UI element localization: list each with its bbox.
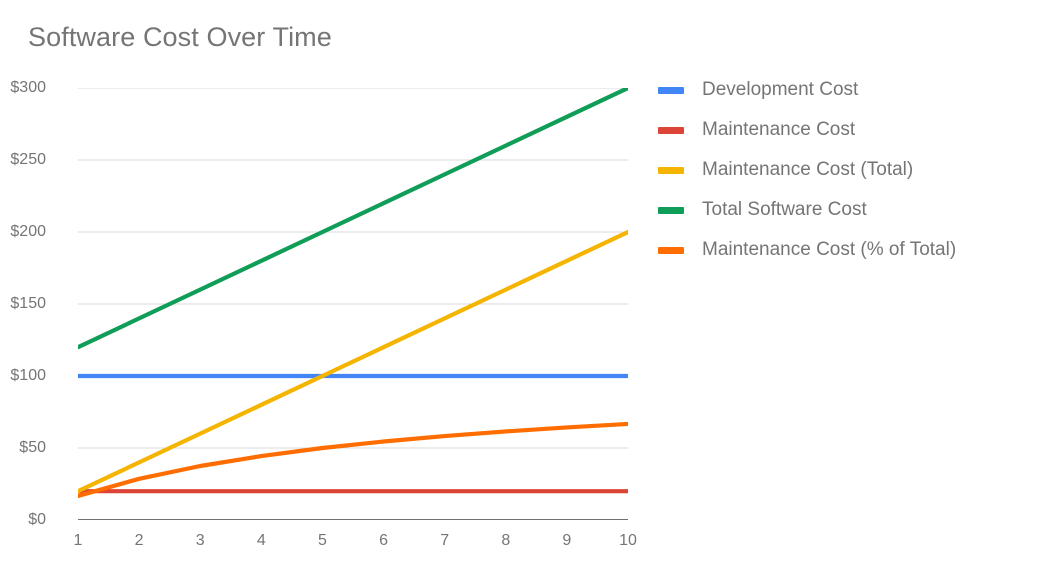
x-tick-label: 2 [134, 532, 144, 549]
x-tick-label: 10 [619, 532, 637, 549]
y-tick-label: $0 [28, 511, 46, 528]
x-tick-label: 4 [256, 532, 266, 549]
plot-area [78, 88, 628, 520]
x-tick-label: 5 [317, 532, 327, 549]
y-tick-label: $250 [10, 151, 46, 168]
legend-swatch-icon [658, 246, 684, 254]
y-tick-label: $50 [19, 439, 46, 456]
x-tick-label: 1 [73, 532, 83, 549]
y-tick-label: $100 [10, 367, 46, 384]
legend-swatch-icon [658, 126, 684, 134]
chart-legend: Development Cost Maintenance Cost Maintena… [658, 76, 956, 264]
x-tick-label: 6 [379, 532, 388, 549]
y-tick-label: $150 [10, 295, 46, 312]
legend-item[interactable]: Total Software Cost [658, 196, 956, 224]
legend-item[interactable]: Maintenance Cost (Total) [658, 156, 956, 184]
legend-item-label: Maintenance Cost (% of Total) [702, 239, 957, 260]
legend-item-label: Maintenance Cost (Total) [702, 159, 914, 180]
series-line-3 [78, 88, 628, 350]
legend-item[interactable]: Maintenance Cost [658, 116, 956, 144]
x-tick-label: 7 [440, 532, 450, 549]
legend-swatch-icon [658, 166, 684, 174]
legend-item[interactable]: Development Cost [658, 76, 956, 104]
series-line-2 [78, 229, 628, 494]
legend-item-label: Development Cost [702, 79, 859, 100]
chart-container: Software Cost Over Time $0 $50 $100 $150 $20… [0, 0, 1052, 579]
x-tick-label: 3 [195, 532, 205, 549]
chart-title: Software Cost Over Time [28, 22, 332, 52]
legend-swatch-icon [658, 86, 684, 94]
legend-item-label: Total Software Cost [702, 199, 867, 220]
chart-plot-svg [78, 88, 628, 520]
x-tick-label: 9 [562, 532, 572, 549]
legend-item[interactable]: Maintenance Cost (% of Total) [658, 236, 956, 264]
y-tick-label: $300 [10, 79, 46, 96]
y-tick-label: $200 [10, 223, 46, 240]
legend-swatch-icon [658, 206, 684, 214]
series-line-4 [78, 421, 628, 499]
legend-item-label: Maintenance Cost [702, 119, 856, 140]
x-tick-label: 8 [501, 532, 511, 549]
